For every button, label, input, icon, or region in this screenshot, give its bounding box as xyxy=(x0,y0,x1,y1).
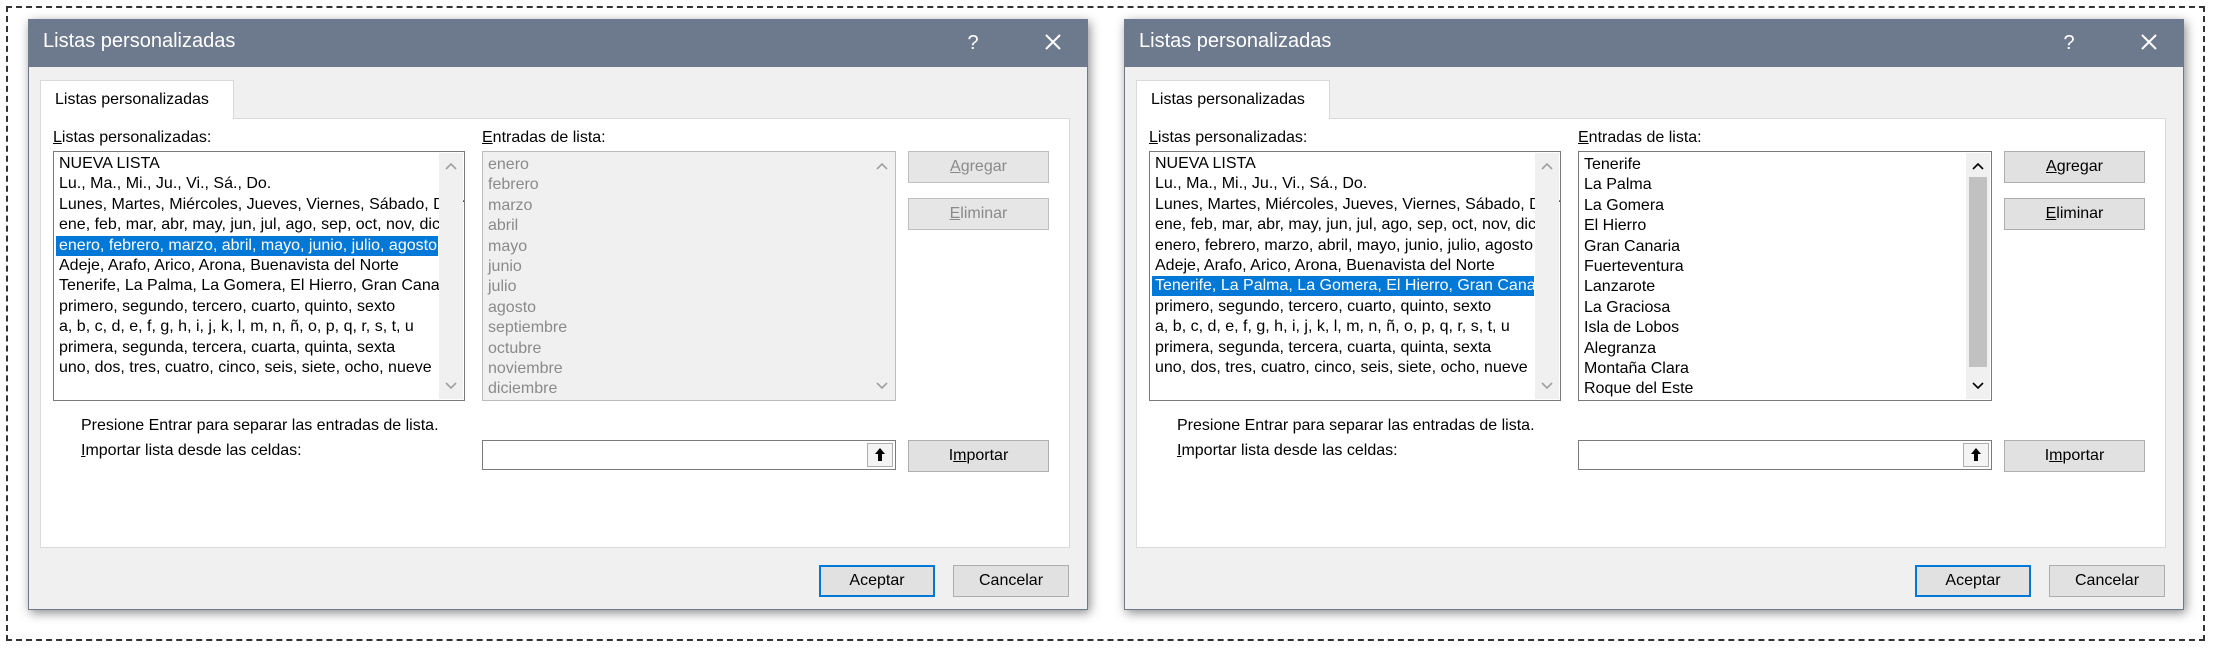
dialog-title: Listas personalizadas xyxy=(43,30,236,52)
custom-lists-dialog: Listas personalizadas ? Listas personali… xyxy=(1124,19,2184,610)
entry-line: febrero xyxy=(488,176,539,194)
title-bar: Listas personalizadas ? xyxy=(1125,20,2183,67)
chevron-up-icon[interactable] xyxy=(873,157,891,175)
entry-line: abril xyxy=(488,217,519,235)
import-range-input[interactable] xyxy=(1578,440,1992,470)
list-item[interactable]: uno, dos, tres, cuatro, cinco, seis, sie… xyxy=(1155,358,1534,378)
entries-scrollbar[interactable] xyxy=(1966,153,1990,399)
import-button[interactable]: Importar xyxy=(908,440,1049,472)
list-item[interactable]: primera, segunda, tercera, cuarta, quint… xyxy=(59,338,438,358)
list-item[interactable]: ene, feb, mar, abr, may, jun, jul, ago, … xyxy=(1155,215,1536,235)
custom-lists-listbox[interactable]: NUEVA LISTA Lu., Ma., Mi., Ju., Vi., Sá.,… xyxy=(1149,151,1561,401)
lists-label: Listas personalizadas: xyxy=(53,129,212,146)
ok-button[interactable]: Aceptar xyxy=(1915,565,2031,597)
entry-line: enero xyxy=(488,156,529,173)
tab-custom-lists[interactable]: Listas personalizadas xyxy=(1136,80,1330,119)
entry-line: julio xyxy=(488,278,517,296)
import-button[interactable]: Importar xyxy=(2004,440,2145,472)
delete-button[interactable]: Eliminar xyxy=(2004,198,2145,230)
chevron-down-icon[interactable] xyxy=(1969,377,1987,395)
entry-line: Montaña Clara xyxy=(1584,360,1689,377)
cancel-button[interactable]: Cancelar xyxy=(2049,565,2165,597)
entry-line: mayo xyxy=(488,237,528,255)
list-item[interactable]: Lu., Ma., Mi., Ju., Vi., Sá., Do. xyxy=(59,174,438,194)
entry-line: La Graciosa xyxy=(1584,298,1671,316)
entry-line: junio xyxy=(488,258,522,275)
list-item[interactable]: uno, dos, tres, cuatro, cinco, seis, sie… xyxy=(59,358,438,378)
custom-lists-dialog: Listas personalizadas ? Listas personali… xyxy=(28,19,1088,610)
list-item[interactable]: primero, segundo, tercero, cuarto, quint… xyxy=(1155,297,1534,317)
hint-text: Presione Entrar para separar las entrada… xyxy=(81,417,439,434)
cancel-button[interactable]: Cancelar xyxy=(953,565,1069,597)
hint-text: Presione Entrar para separar las entrada… xyxy=(1177,417,1535,434)
list-item[interactable]: ene, feb, mar, abr, may, jun, jul, ago, … xyxy=(59,215,440,235)
entry-line: La Palma xyxy=(1584,176,1652,194)
entry-line: noviembre xyxy=(488,360,563,377)
entry-line: Isla de Lobos xyxy=(1584,319,1680,337)
list-item[interactable]: Tenerife, La Palma, La Gomera, El Hierro… xyxy=(59,276,457,296)
lists-scrollbar[interactable] xyxy=(1535,153,1559,399)
chevron-down-icon[interactable] xyxy=(873,377,891,395)
list-item[interactable]: a, b, c, d, e, f, g, h, i, j, k, l, m, n… xyxy=(59,317,438,337)
list-item[interactable]: Lunes, Martes, Miércoles, Jueves, Vierne… xyxy=(1155,195,1560,215)
import-label: Importar lista desde las celdas: xyxy=(81,442,302,459)
add-button[interactable]: Agregar xyxy=(2004,151,2145,183)
collapse-dialog-icon[interactable] xyxy=(1963,443,1989,467)
help-button[interactable]: ? xyxy=(2049,26,2089,60)
list-item[interactable]: Adeje, Arafo, Arico, Arona, Buenavista d… xyxy=(59,256,438,276)
list-item[interactable]: NUEVA LISTA xyxy=(59,154,438,174)
chevron-up-icon[interactable] xyxy=(1538,157,1556,175)
entry-line: El Hierro xyxy=(1584,217,1647,235)
list-entries-textbox[interactable]: Tenerife La Palma La Gomera El Hierro Gran C… xyxy=(1578,151,1992,401)
chevron-down-icon[interactable] xyxy=(442,377,460,395)
entry-line: Roque del Este xyxy=(1584,380,1694,398)
add-button[interactable]: Agregar xyxy=(908,151,1049,183)
close-icon[interactable] xyxy=(2129,26,2169,60)
delete-button[interactable]: Eliminar xyxy=(908,198,1049,230)
dialog-title: Listas personalizadas xyxy=(1139,30,1332,52)
chevron-up-icon[interactable] xyxy=(1969,157,1987,175)
ok-button[interactable]: Aceptar xyxy=(819,565,935,597)
list-item[interactable]: Adeje, Arafo, Arico, Arona, Buenavista d… xyxy=(1155,256,1534,276)
lists-label: Listas personalizadas: xyxy=(1149,129,1308,146)
tab-custom-lists[interactable]: Listas personalizadas xyxy=(40,80,234,119)
list-item[interactable]: primero, segundo, tercero, cuarto, quint… xyxy=(59,297,438,317)
entry-line: Gran Canaria xyxy=(1584,237,1681,255)
entry-line: agosto xyxy=(488,298,537,316)
list-item[interactable]: NUEVA LISTA xyxy=(1155,154,1534,174)
chevron-up-icon[interactable] xyxy=(442,157,460,175)
list-entries-textbox[interactable]: enero febrero marzo abril mayo junio julio agos… xyxy=(482,151,896,401)
list-item-selected[interactable]: Tenerife, La Palma, La Gomera, El Hierro… xyxy=(1152,276,1553,297)
lists-scrollbar[interactable] xyxy=(439,153,463,399)
list-item[interactable]: a, b, c, d, e, f, g, h, i, j, k, l, m, n… xyxy=(1155,317,1534,337)
entry-line: septiembre xyxy=(488,319,568,337)
scrollbar-thumb[interactable] xyxy=(1969,177,1987,367)
entry-line: marzo xyxy=(488,196,533,214)
import-label: Importar lista desde las celdas: xyxy=(1177,442,1398,459)
entries-scrollbar[interactable] xyxy=(870,153,894,399)
help-button[interactable]: ? xyxy=(953,26,993,60)
chevron-down-icon[interactable] xyxy=(1538,377,1556,395)
list-item-selected[interactable]: enero, febrero, marzo, abril, mayo, juni… xyxy=(56,235,438,256)
entry-line: octubre xyxy=(488,339,542,357)
entry-line: Fuerteventura xyxy=(1584,258,1684,275)
list-item[interactable]: primera, segunda, tercera, cuarta, quint… xyxy=(1155,338,1534,358)
entry-line: diciembre xyxy=(488,380,558,398)
entry-line: Alegranza xyxy=(1584,339,1657,357)
entries-label: Entradas de lista: xyxy=(482,129,606,146)
entry-line: Tenerife xyxy=(1584,156,1641,173)
close-icon[interactable] xyxy=(1033,26,1073,60)
entries-label: Entradas de lista: xyxy=(1578,129,1702,146)
list-item[interactable]: Lunes, Martes, Miércoles, Jueves, Vierne… xyxy=(59,195,464,215)
collapse-dialog-icon[interactable] xyxy=(867,443,893,467)
list-item[interactable]: Lu., Ma., Mi., Ju., Vi., Sá., Do. xyxy=(1155,174,1534,194)
list-item[interactable]: enero, febrero, marzo, abril, mayo, juni… xyxy=(1155,236,1534,256)
entry-line: Lanzarote xyxy=(1584,278,1656,296)
custom-lists-listbox[interactable]: NUEVA LISTA Lu., Ma., Mi., Ju., Vi., Sá.,… xyxy=(53,151,465,401)
entry-line: La Gomera xyxy=(1584,196,1665,214)
import-range-input[interactable] xyxy=(482,440,896,470)
title-bar: Listas personalizadas ? xyxy=(29,20,1087,67)
